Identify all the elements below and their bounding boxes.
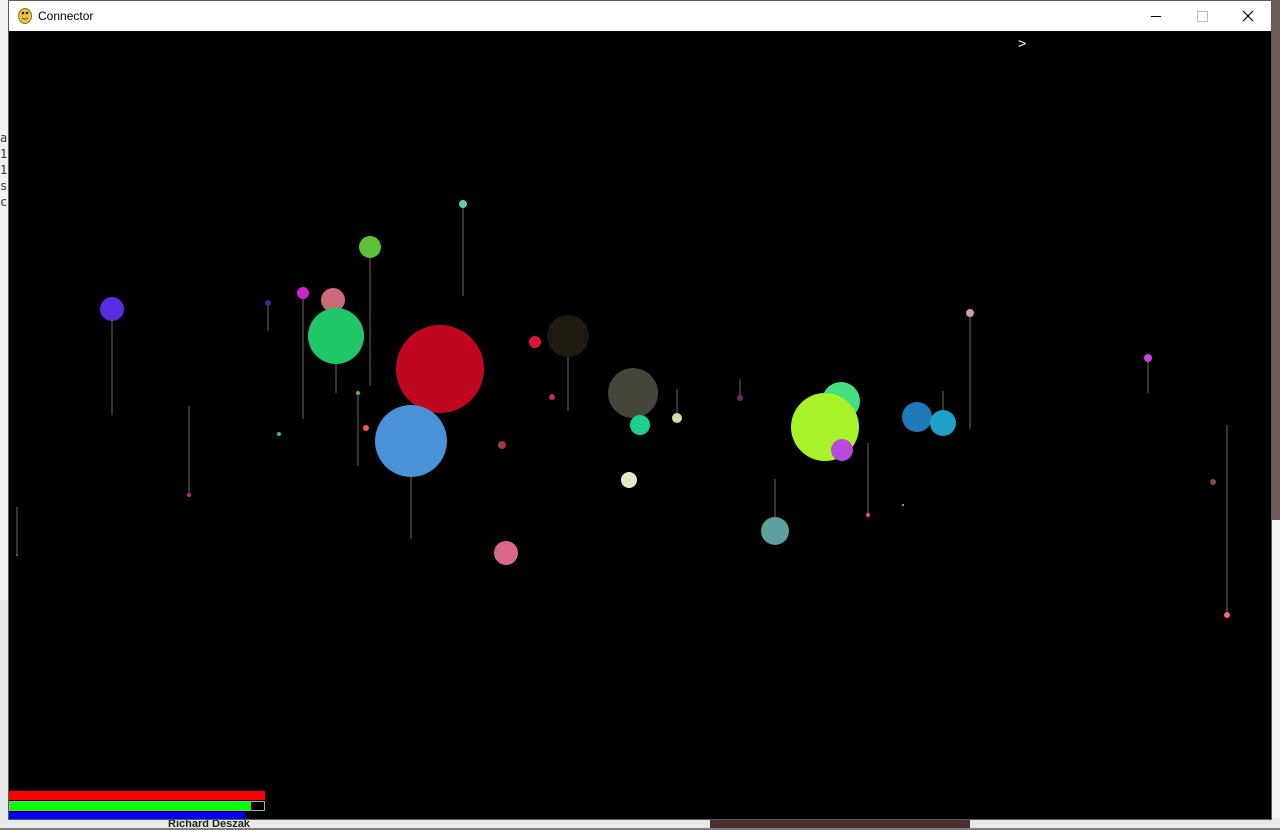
game-window[interactable]: Connector > bbox=[8, 0, 1272, 820]
game-canvas[interactable]: > bbox=[9, 31, 1271, 819]
close-icon bbox=[1242, 10, 1254, 22]
background-text: 1 bbox=[0, 163, 8, 177]
orb[interactable] bbox=[902, 504, 904, 506]
status-bars bbox=[9, 791, 265, 819]
orb[interactable] bbox=[498, 441, 506, 449]
orb[interactable] bbox=[866, 513, 870, 517]
green-status-bar-fill bbox=[10, 802, 252, 810]
blue-status-bar bbox=[9, 812, 265, 819]
orb[interactable] bbox=[737, 395, 743, 401]
background-text: a bbox=[0, 131, 8, 145]
orb[interactable] bbox=[459, 200, 467, 208]
orb[interactable] bbox=[277, 432, 281, 436]
orb[interactable] bbox=[100, 297, 124, 321]
blue-status-bar-fill bbox=[9, 812, 245, 819]
orb[interactable] bbox=[529, 336, 541, 348]
orb[interactable] bbox=[375, 405, 447, 477]
maximize-button[interactable] bbox=[1179, 1, 1225, 31]
red-status-bar-fill bbox=[9, 791, 265, 800]
game-scene[interactable] bbox=[9, 31, 1271, 819]
orb[interactable] bbox=[356, 391, 360, 395]
background-text: s bbox=[0, 179, 8, 193]
orb[interactable] bbox=[1210, 479, 1216, 485]
orb[interactable] bbox=[396, 325, 484, 413]
minimize-icon bbox=[1150, 15, 1161, 17]
orb[interactable] bbox=[1144, 354, 1152, 362]
orb[interactable] bbox=[621, 472, 637, 488]
minimize-button[interactable] bbox=[1133, 1, 1179, 31]
orb[interactable] bbox=[265, 300, 271, 306]
orb[interactable] bbox=[930, 410, 956, 436]
background-text: c bbox=[0, 195, 8, 209]
orb[interactable] bbox=[630, 415, 650, 435]
close-button[interactable] bbox=[1225, 1, 1271, 31]
orb[interactable] bbox=[672, 413, 682, 423]
orb[interactable] bbox=[608, 368, 658, 418]
orb[interactable] bbox=[359, 236, 381, 258]
red-status-bar bbox=[9, 791, 265, 800]
orb[interactable] bbox=[547, 315, 589, 357]
orb[interactable] bbox=[363, 425, 369, 431]
orb[interactable] bbox=[761, 517, 789, 545]
orb[interactable] bbox=[187, 493, 191, 497]
maximize-icon bbox=[1196, 10, 1208, 22]
orb[interactable] bbox=[308, 308, 364, 364]
window-title: Connector bbox=[38, 9, 94, 23]
orb[interactable] bbox=[902, 402, 932, 432]
orb[interactable] bbox=[494, 541, 518, 565]
orb[interactable] bbox=[297, 287, 309, 299]
orb[interactable] bbox=[1224, 612, 1230, 618]
orb[interactable] bbox=[831, 439, 853, 461]
python-snake-icon bbox=[18, 8, 32, 24]
title-bar[interactable]: Connector bbox=[9, 1, 1271, 31]
green-status-bar bbox=[9, 801, 265, 811]
orb[interactable] bbox=[966, 309, 974, 317]
background-text: 1 bbox=[0, 147, 8, 161]
orb[interactable] bbox=[16, 554, 18, 556]
orb[interactable] bbox=[549, 394, 555, 400]
